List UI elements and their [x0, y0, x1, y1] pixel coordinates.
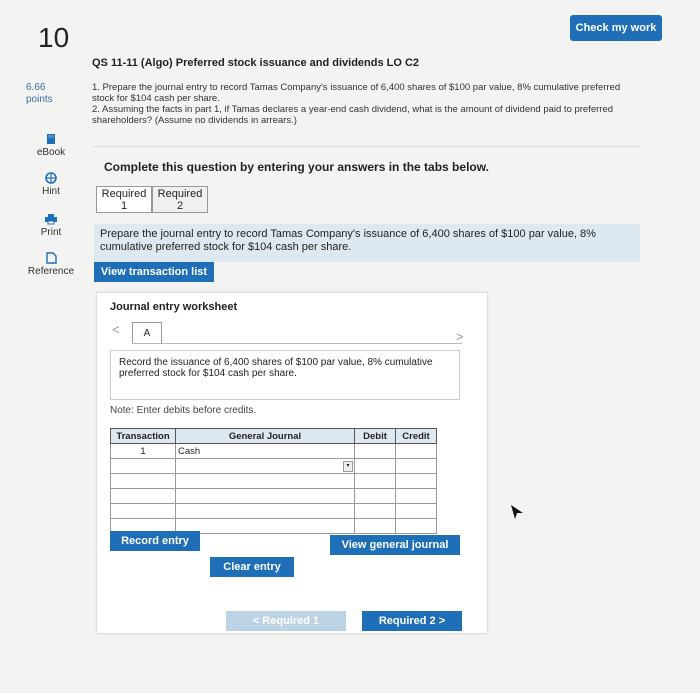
dropdown-arrow-icon[interactable]: ▾ — [343, 461, 353, 472]
print-icon — [45, 214, 57, 225]
credit-cell[interactable] — [395, 458, 437, 474]
points-label: points — [26, 94, 53, 105]
required-instruction: Prepare the journal entry to record Tama… — [94, 224, 640, 262]
sidebar-item-print[interactable]: Print — [26, 213, 76, 238]
sidebar-item-ebook[interactable]: eBook — [26, 133, 76, 158]
debit-cell[interactable] — [354, 458, 396, 474]
hint-icon — [45, 172, 57, 184]
transaction-cell — [110, 503, 176, 519]
table-row — [110, 503, 437, 519]
credit-cell[interactable] — [395, 443, 437, 459]
column-header-general-journal: General Journal — [175, 428, 355, 444]
sidebar-item-label: Print — [40, 227, 62, 238]
column-header-debit: Debit — [354, 428, 396, 444]
record-entry-button[interactable]: Record entry — [110, 531, 200, 551]
sidebar-item-label: eBook — [36, 147, 66, 158]
tab-number: 2 — [176, 200, 184, 212]
credit-cell[interactable] — [395, 473, 437, 489]
account-cell[interactable] — [175, 473, 355, 489]
worksheet-tab-a[interactable]: A — [132, 322, 162, 344]
tab-number: 1 — [120, 200, 128, 212]
check-my-work-button[interactable]: Check my work — [570, 15, 662, 41]
table-row: 1 Cash — [110, 443, 437, 459]
transaction-cell — [110, 488, 176, 504]
credit-cell[interactable] — [395, 488, 437, 504]
credit-cell[interactable] — [395, 503, 437, 519]
account-cell[interactable]: ▾ — [175, 458, 355, 474]
table-row — [110, 473, 437, 489]
worksheet-tab-rule — [132, 343, 462, 344]
debit-cell[interactable] — [354, 503, 396, 519]
mouse-cursor-icon — [511, 505, 523, 519]
column-header-credit: Credit — [395, 428, 437, 444]
clear-entry-button[interactable]: Clear entry — [210, 557, 294, 577]
divider — [92, 146, 642, 147]
points: 6.66 points — [26, 82, 53, 106]
tab-required-1[interactable]: Required 1 — [96, 186, 152, 213]
sidebar-item-label: Reference — [27, 266, 75, 277]
sidebar-item-label: Hint — [42, 186, 60, 197]
question-part-2: 2. Assuming the facts in part 1, if Tama… — [92, 104, 614, 126]
record-description: Record the issuance of 6,400 shares of $… — [110, 350, 460, 400]
reference-icon — [46, 252, 57, 264]
transaction-cell: 1 — [110, 443, 176, 459]
worksheet-prev-arrow[interactable]: < — [112, 322, 120, 337]
account-cell[interactable] — [175, 518, 355, 534]
question-text: 1. Prepare the journal entry to record T… — [92, 82, 632, 126]
points-value: 6.66 — [26, 82, 46, 93]
table-row: ▾ — [110, 458, 437, 474]
complete-instruction: Complete this question by entering your … — [104, 160, 489, 174]
prev-required-button[interactable]: < Required 1 — [226, 611, 346, 631]
account-cell[interactable]: Cash — [175, 443, 355, 459]
worksheet-title: Journal entry worksheet — [110, 301, 238, 313]
book-icon — [47, 134, 55, 144]
next-required-button[interactable]: Required 2 > — [362, 611, 462, 631]
question-number: 10 — [38, 22, 70, 53]
tab-label: Required — [157, 188, 203, 200]
credit-cell[interactable] — [395, 518, 437, 534]
account-cell[interactable] — [175, 503, 355, 519]
view-general-journal-button[interactable]: View general journal — [330, 535, 460, 555]
question-part-1: 1. Prepare the journal entry to record T… — [92, 82, 621, 104]
transaction-cell — [110, 458, 176, 474]
tab-required-2[interactable]: Required 2 — [152, 186, 208, 213]
sidebar-item-reference[interactable]: Reference — [26, 252, 76, 277]
worksheet-next-arrow[interactable]: > — [456, 329, 464, 344]
view-transaction-list-button[interactable]: View transaction list — [94, 262, 214, 282]
debit-cell[interactable] — [354, 488, 396, 504]
question-title: QS 11-11 (Algo) Preferred stock issuance… — [92, 57, 420, 69]
tab-label: Required — [101, 188, 147, 200]
debit-cell[interactable] — [354, 518, 396, 534]
debit-cell[interactable] — [354, 443, 396, 459]
account-cell[interactable] — [175, 488, 355, 504]
table-row — [110, 488, 437, 504]
debit-cell[interactable] — [354, 473, 396, 489]
sidebar-item-hint[interactable]: Hint — [26, 172, 76, 197]
transaction-cell — [110, 473, 176, 489]
column-header-transaction: Transaction — [110, 428, 176, 444]
worksheet-note: Note: Enter debits before credits. — [110, 405, 257, 416]
journal-entry-table: Transaction General Journal Debit Credit… — [110, 428, 437, 534]
